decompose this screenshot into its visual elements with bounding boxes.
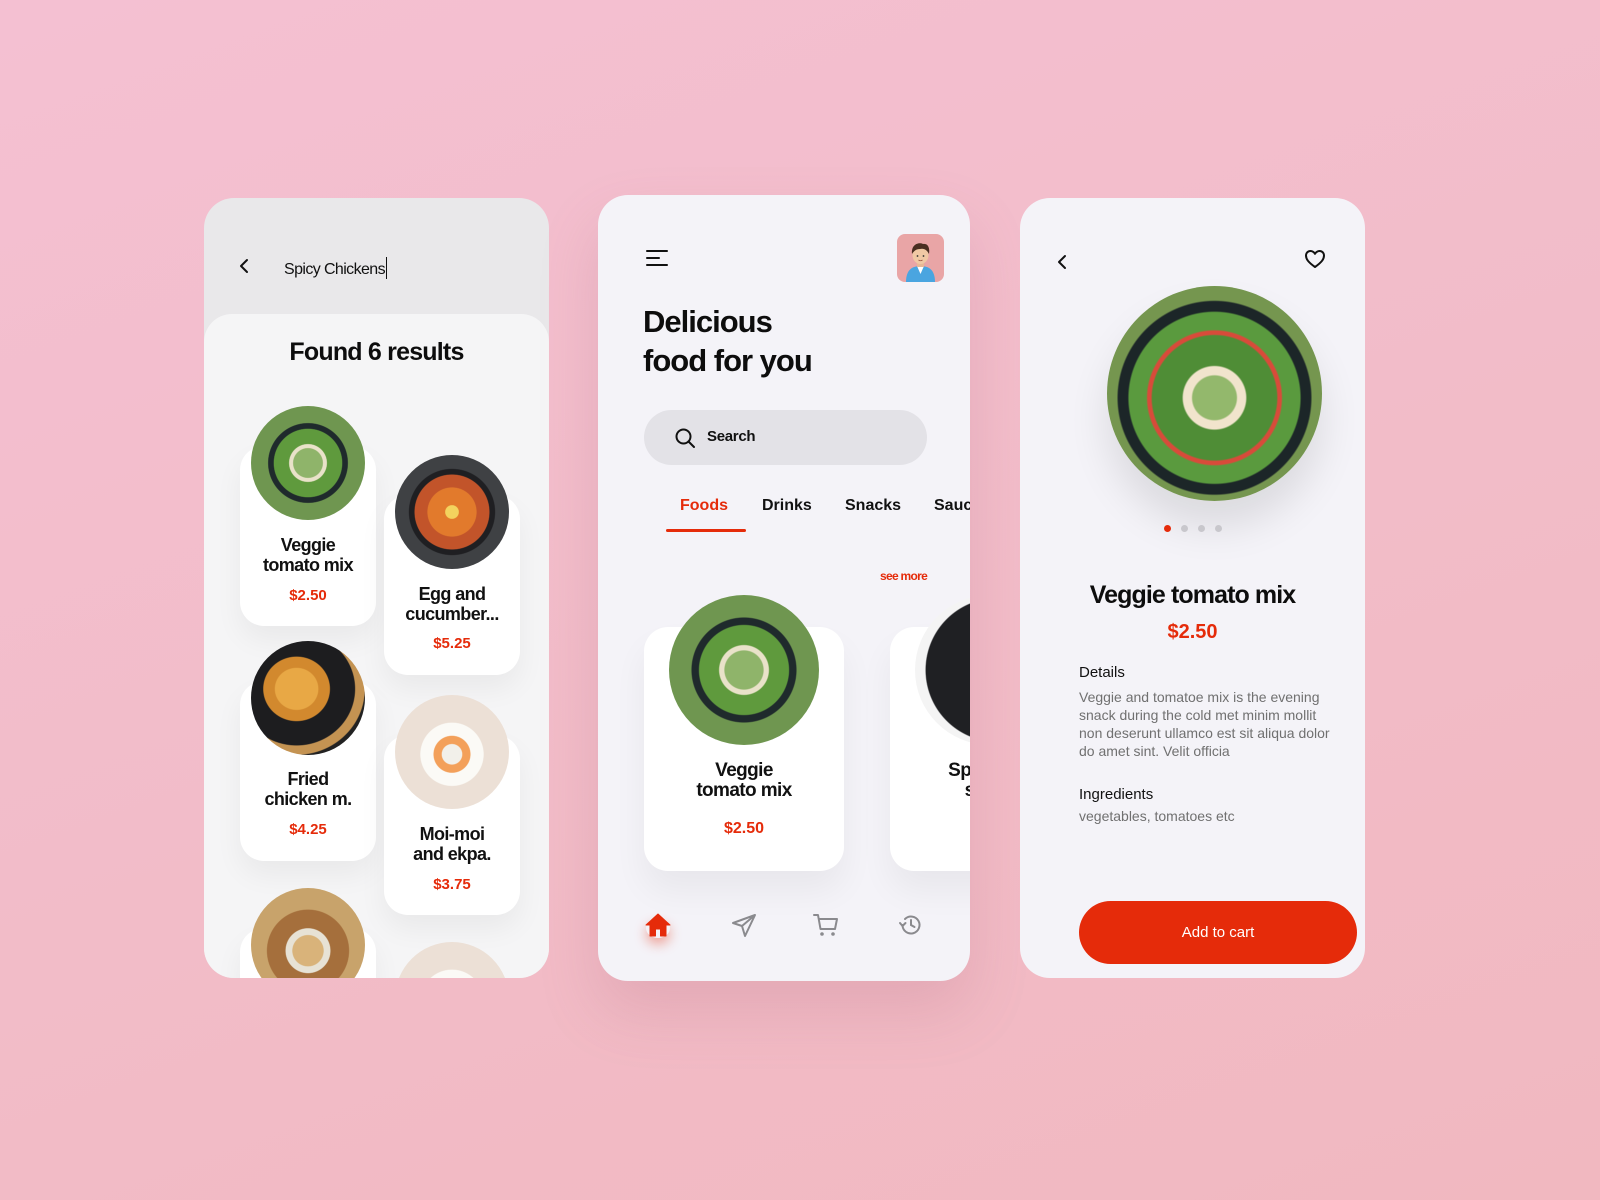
search-icon	[675, 428, 695, 448]
send-icon	[732, 914, 756, 937]
favorite-button[interactable]	[1304, 248, 1326, 270]
product-detail-screen: Veggie tomato mix $2.50 Details Veggie a…	[1020, 198, 1365, 978]
result-price: $3.75	[433, 876, 471, 893]
result-image-salad	[251, 406, 365, 520]
product-name: Spicy fishsauce	[948, 760, 970, 801]
history-icon	[899, 915, 921, 935]
result-price: $4.25	[289, 821, 327, 838]
nav-cart[interactable]	[811, 910, 841, 940]
menu-button[interactable]	[646, 250, 670, 268]
nav-send[interactable]	[729, 910, 759, 940]
avatar[interactable]	[897, 234, 944, 282]
back-button[interactable]	[1054, 252, 1070, 272]
cart-icon	[813, 914, 838, 936]
carousel-dot[interactable]	[1163, 525, 1171, 532]
active-tab-indicator	[666, 529, 746, 532]
result-price: $5.25	[433, 635, 471, 652]
tab-sauce[interactable]: Sauce	[934, 497, 970, 515]
carousel-indicator	[1020, 525, 1365, 532]
result-image-fried-chicken	[251, 641, 365, 755]
result-name: Fried chicken m.	[264, 769, 352, 809]
chevron-left-icon	[1058, 255, 1066, 269]
nav-home[interactable]	[643, 910, 673, 940]
result-name: Egg and cucumber...	[405, 584, 499, 624]
back-button[interactable]	[234, 254, 254, 278]
ingredients-text: vegetables, tomatoes etc	[1079, 808, 1235, 824]
page-title: Delicious food for you	[643, 304, 813, 378]
search-input[interactable]: Search	[644, 410, 927, 465]
home-screen: Delicious food for you Search Foods Drin…	[598, 195, 970, 981]
results-count-heading: Found 6 results	[289, 338, 464, 366]
text-caret	[385, 257, 388, 279]
result-image-paella	[395, 455, 509, 569]
see-more-link[interactable]: see more	[880, 569, 928, 583]
search-results-screen: Spicy Chickens Found 6 results Veggie tom…	[204, 198, 549, 978]
product-hero-image	[1107, 286, 1322, 501]
carousel-dot[interactable]	[1214, 525, 1222, 532]
result-price: $2.50	[289, 587, 327, 604]
details-heading: Details	[1079, 664, 1125, 681]
product-price: $2.50	[723, 820, 765, 837]
search-placeholder: Search	[707, 428, 756, 445]
home-icon	[645, 913, 671, 937]
heart-icon	[1305, 250, 1325, 268]
product-price: $2.50	[1167, 621, 1218, 643]
result-name: Veggie tomato mix	[262, 535, 354, 575]
product-price: $4.75	[890, 820, 971, 838]
category-tabs: Foods Drinks Snacks Sauce	[598, 497, 970, 537]
search-query-input[interactable]: Spicy Chickens	[284, 257, 388, 279]
ingredients-heading: Ingredients	[1079, 786, 1154, 803]
result-name: Moi-moi and ekpa.	[413, 824, 491, 864]
hamburger-icon-line	[646, 257, 660, 259]
carousel-dot[interactable]	[1180, 525, 1188, 532]
user-avatar-icon	[906, 243, 935, 282]
details-text: Veggie and tomatoe mix is the evening sn…	[1079, 689, 1330, 759]
hamburger-icon-line	[646, 264, 668, 266]
result-image-moi-moi	[395, 695, 509, 809]
add-to-cart-button[interactable]: Add to cart	[1079, 901, 1357, 964]
product-name: Veggie tomato mix	[696, 760, 792, 801]
bottom-navigation	[598, 910, 970, 960]
tab-drinks[interactable]: Drinks	[762, 497, 812, 515]
search-query-text: Spicy Chickens	[284, 261, 386, 278]
chevron-left-icon	[240, 259, 248, 273]
hamburger-icon	[646, 250, 668, 252]
nav-history[interactable]	[896, 910, 926, 940]
product-name: Veggie tomato mix	[1089, 581, 1296, 609]
tab-snacks[interactable]: Snacks	[845, 497, 901, 515]
product-image-salad	[669, 595, 819, 745]
carousel-dot[interactable]	[1197, 525, 1205, 532]
search-header: Spicy Chickens	[204, 198, 549, 318]
tab-foods[interactable]: Foods	[680, 497, 728, 515]
